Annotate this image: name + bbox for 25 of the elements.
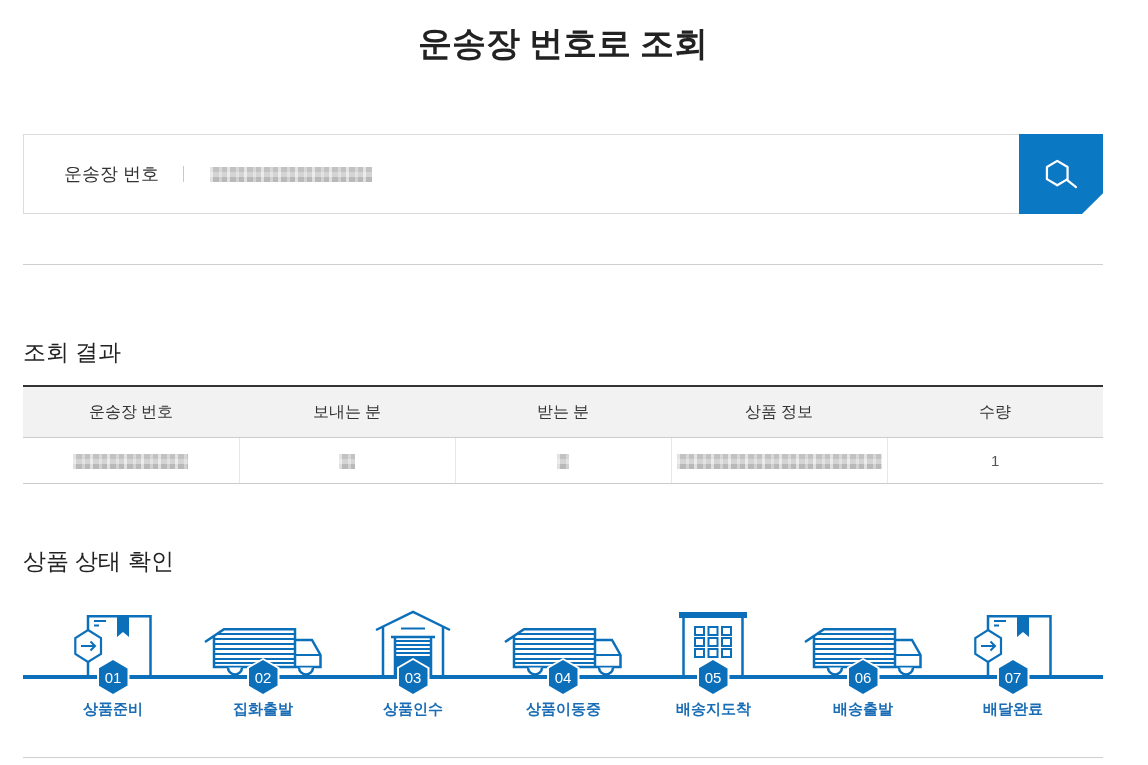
column-header: 수량 bbox=[887, 386, 1103, 438]
section-heading: 조회 결과 bbox=[23, 338, 123, 367]
step-number: 07 bbox=[996, 658, 1030, 696]
step-label: 집화출발 bbox=[233, 699, 293, 719]
step-number: 01 bbox=[96, 658, 130, 696]
step-label: 상품이동중 bbox=[525, 699, 601, 719]
step-number: 05 bbox=[696, 658, 730, 696]
step-number: 02 bbox=[246, 658, 280, 696]
column-header: 받는 분 bbox=[455, 386, 671, 438]
step-label: 배송출발 bbox=[833, 699, 893, 719]
field-label: 운송장 번호 bbox=[64, 163, 159, 186]
section-heading: 상품 상태 확인 bbox=[23, 547, 175, 576]
column-header: 상품 정보 bbox=[671, 386, 887, 438]
page-title: 운송장 번호로 조회 bbox=[416, 23, 710, 64]
column-header: 보내는 분 bbox=[239, 386, 455, 438]
search-icon bbox=[1044, 159, 1078, 189]
table-cell: 1 bbox=[887, 437, 1103, 484]
column-header: 운송장 번호 bbox=[23, 386, 239, 438]
search-button[interactable] bbox=[1019, 134, 1103, 214]
step-label: 배송지도착 bbox=[675, 699, 751, 719]
step-label: 배달완료 bbox=[983, 699, 1043, 719]
step-number: 06 bbox=[846, 658, 880, 696]
step-label: 상품인수 bbox=[383, 699, 443, 719]
step-label: 상품준비 bbox=[83, 699, 143, 719]
step-number: 04 bbox=[546, 658, 580, 696]
